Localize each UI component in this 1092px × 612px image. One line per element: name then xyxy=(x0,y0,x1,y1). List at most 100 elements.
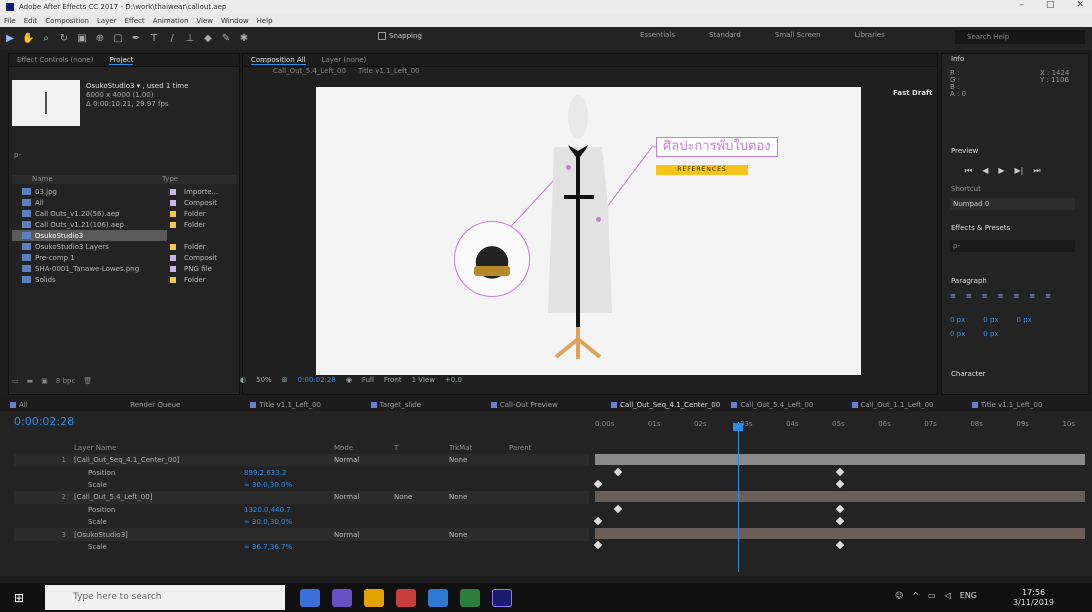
pen-tool-icon[interactable]: ✒ xyxy=(130,33,142,45)
list-item[interactable]: Call Outs_v1.20(56).aep Folder xyxy=(12,208,237,219)
table-row[interactable]: Position 1320.0,440.7 xyxy=(14,504,589,516)
list-item[interactable]: 03.jpg Importe... xyxy=(12,186,237,197)
exposure-value[interactable]: +0.0 xyxy=(445,376,462,384)
shape-tool-icon[interactable]: ▢ xyxy=(112,33,124,45)
tab-timeline-active[interactable]: Call_Out_Seq_4.1_Center_00 xyxy=(611,401,731,409)
bpc-label[interactable]: 8 bpc xyxy=(56,377,75,385)
tab-timeline[interactable]: All xyxy=(10,401,130,409)
space-before-value[interactable]: 0 px xyxy=(950,330,965,338)
pan-behind-tool-icon[interactable]: ⊕ xyxy=(94,33,106,45)
chrome-icon[interactable] xyxy=(364,589,384,607)
zoom-tool-icon[interactable]: ⌕ xyxy=(40,33,52,45)
snapping-checkbox[interactable] xyxy=(378,32,386,40)
network-icon[interactable]: ▭ xyxy=(928,591,936,600)
paragraph-panel-title[interactable]: Paragraph xyxy=(951,277,987,285)
keyframe[interactable] xyxy=(593,479,603,489)
list-item[interactable]: All Composit xyxy=(12,197,237,208)
always-preview-icon[interactable]: ◐ xyxy=(240,376,246,384)
playhead-line[interactable] xyxy=(738,422,739,572)
tab-timeline[interactable]: Call_Out_1.1_Left_00 xyxy=(851,401,972,409)
menu-view[interactable]: View xyxy=(196,17,213,25)
time-ruler[interactable]: 0:00s 01s 02s 03s 04s 05s 06s 07s 08s 09… xyxy=(595,420,1085,432)
keyframe[interactable] xyxy=(593,516,603,526)
tab-layer[interactable]: Layer (none) xyxy=(322,56,367,64)
keyframe[interactable] xyxy=(613,504,623,514)
stamp-tool-icon[interactable]: ⊥ xyxy=(184,33,196,45)
layer-bar[interactable] xyxy=(595,528,1085,539)
resolution-dropdown[interactable]: Full xyxy=(362,376,374,384)
project-search-input[interactable]: ρ- xyxy=(14,151,234,164)
tab-timeline[interactable]: Call_Out_5.4_Left_00 xyxy=(731,401,851,409)
indent-left-value[interactable]: 0 px xyxy=(950,316,965,324)
justify-last-center-icon[interactable]: ≡ xyxy=(1014,292,1020,300)
first-frame-icon[interactable]: ⏮ xyxy=(965,166,972,176)
layer-bar[interactable] xyxy=(595,491,1085,502)
tab-composition-all[interactable]: Composition All xyxy=(251,56,306,65)
prev-frame-icon[interactable]: ◀ xyxy=(982,166,988,176)
table-row[interactable]: 2 [Call_Out_5.4_Left_00] Normal None Non… xyxy=(14,491,589,504)
indent-first-value[interactable]: 0 px xyxy=(1017,316,1032,324)
workspace-essentials[interactable]: Essentials xyxy=(640,31,675,39)
app-icon[interactable] xyxy=(396,589,416,607)
minimize-icon[interactable]: – xyxy=(1019,0,1024,10)
after-effects-taskbar-icon[interactable] xyxy=(492,589,512,607)
preview-panel-title[interactable]: Preview xyxy=(951,147,978,155)
tab-timeline[interactable]: Target_slide xyxy=(370,401,491,409)
viewer-timecode[interactable]: 0:00:02:28 xyxy=(298,376,336,384)
brush-tool-icon[interactable]: / xyxy=(166,33,178,45)
workspace-small-screen[interactable]: Small Screen xyxy=(775,31,821,39)
workspace-standard[interactable]: Standard xyxy=(709,31,741,39)
column-mode[interactable]: Mode xyxy=(334,444,394,452)
puppet-tool-icon[interactable]: ✱ xyxy=(238,33,250,45)
effects-presets-title[interactable]: Effects & Presets xyxy=(951,224,1010,232)
column-name[interactable]: Name xyxy=(32,175,162,184)
app-icon[interactable] xyxy=(460,589,480,607)
eraser-tool-icon[interactable]: ◆ xyxy=(202,33,214,45)
camera-tool-icon[interactable]: ▣ xyxy=(76,33,88,45)
character-panel-title[interactable]: Character xyxy=(951,370,986,378)
list-item[interactable]: Solids Folder xyxy=(12,274,237,285)
column-type[interactable]: Type xyxy=(162,175,178,184)
keyframe[interactable] xyxy=(835,467,845,477)
last-frame-icon[interactable]: ⏭ xyxy=(1033,166,1040,176)
zoom-dropdown[interactable]: 50% xyxy=(256,376,272,384)
keyframe[interactable] xyxy=(835,479,845,489)
shortcut-dropdown[interactable]: Numpad 0 xyxy=(950,198,1075,210)
chevron-up-icon[interactable]: ^ xyxy=(912,591,919,600)
table-row[interactable]: Position 899.2,633.2 xyxy=(14,466,589,478)
space-after-value[interactable]: 0 px xyxy=(983,330,998,338)
list-item[interactable]: SHA-0001_Tanawe-Lowes.png PNG file xyxy=(12,263,237,274)
align-left-icon[interactable]: ≡ xyxy=(950,292,956,300)
table-row[interactable]: Scale ∞ 30.0,30.0% xyxy=(14,479,589,491)
table-row[interactable]: Scale ∞ 30.0,30.0% xyxy=(14,516,589,528)
effects-search-input[interactable]: ρ- xyxy=(950,240,1075,252)
breadcrumb-item[interactable]: Title v1.1_Left_00 xyxy=(358,67,420,78)
menu-window[interactable]: Window xyxy=(221,17,249,25)
list-item[interactable]: Pre-comp 1 Composit xyxy=(12,252,237,263)
table-row[interactable]: Scale ∞ 36.7,36.7% xyxy=(14,541,589,553)
tab-timeline[interactable]: Call-Out Preview xyxy=(490,401,611,409)
tab-effect-controls[interactable]: Effect Controls (none) xyxy=(17,56,93,64)
app-icon[interactable] xyxy=(300,589,320,607)
column-t[interactable]: T xyxy=(394,444,449,452)
breadcrumb-item[interactable]: Call_Out_5.4_Left_00 xyxy=(273,67,346,78)
new-folder-icon[interactable]: ▬ xyxy=(27,377,34,385)
selection-tool-icon[interactable]: ▶ xyxy=(4,33,16,45)
word-icon[interactable] xyxy=(428,589,448,607)
grid-icon[interactable]: ⊞ xyxy=(282,376,288,384)
windows-start-icon[interactable]: ⊞ xyxy=(14,592,26,604)
workspace-libraries[interactable]: Libraries xyxy=(855,31,885,39)
new-comp-icon[interactable]: ▣ xyxy=(41,377,48,385)
search-help-input[interactable]: Search Help xyxy=(955,30,1085,44)
keyframe[interactable] xyxy=(835,540,845,550)
timeline-timecode[interactable]: 0:00:02:28 xyxy=(14,415,74,428)
next-frame-icon[interactable]: ▶| xyxy=(1015,166,1024,176)
close-icon[interactable]: ✕ xyxy=(1076,0,1084,10)
play-icon[interactable]: ▶ xyxy=(998,166,1004,176)
list-item-selected[interactable]: OsukoStudio3 xyxy=(12,230,167,241)
table-row[interactable]: 3 [OsukoStudio3] Normal None xyxy=(14,528,589,541)
column-parent[interactable]: Parent xyxy=(509,444,531,452)
align-right-icon[interactable]: ≡ xyxy=(982,292,988,300)
menu-effect[interactable]: Effect xyxy=(125,17,145,25)
interpret-footage-icon[interactable]: ▭ xyxy=(12,377,19,385)
